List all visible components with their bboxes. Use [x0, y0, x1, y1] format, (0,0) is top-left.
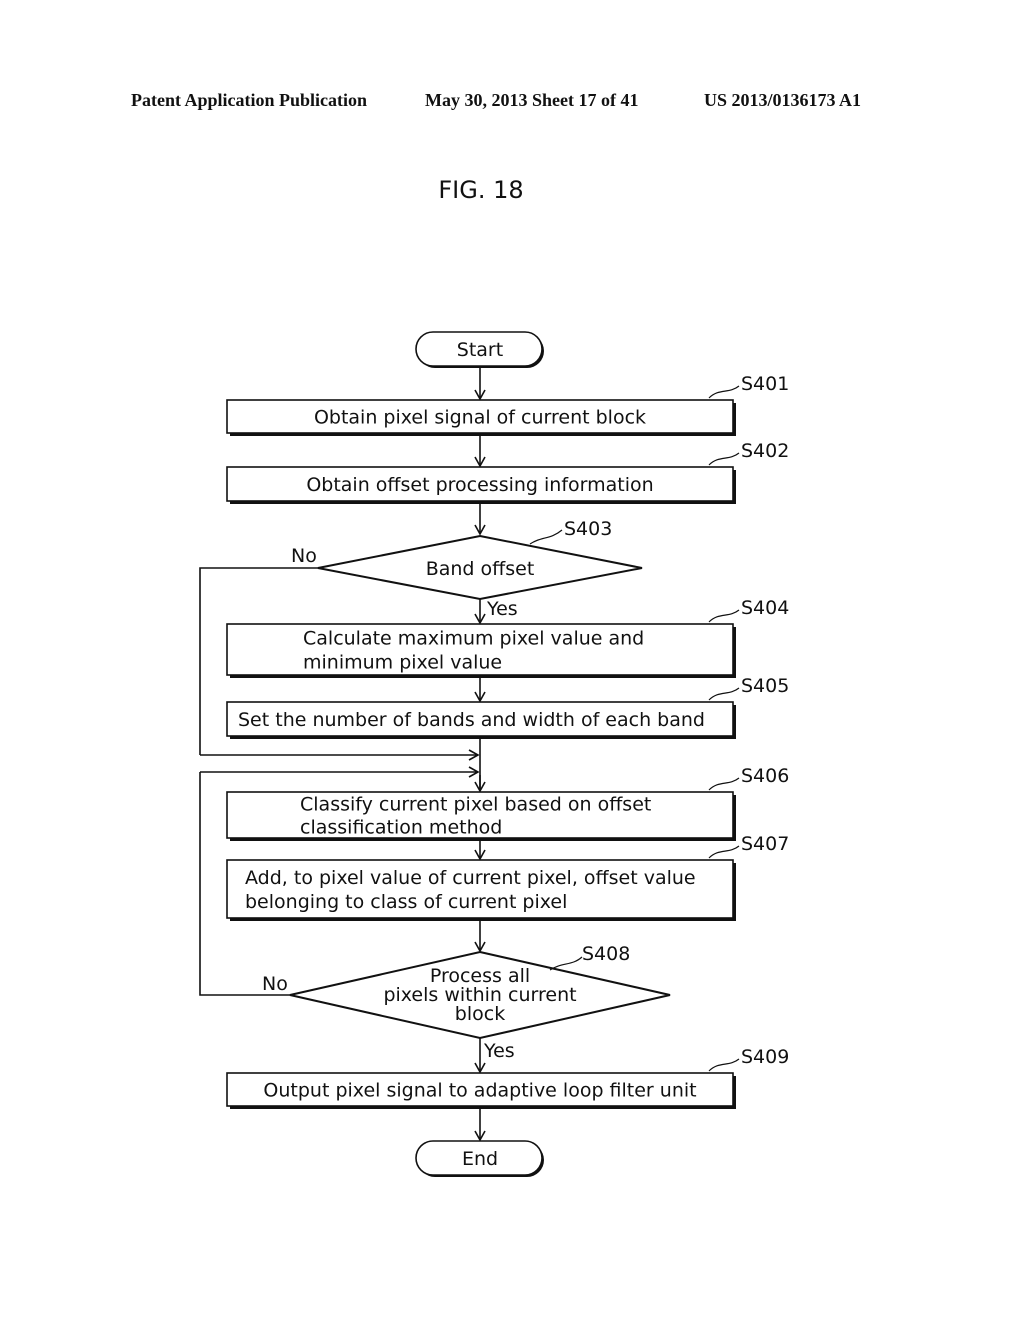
leader-line — [708, 777, 740, 791]
leader-line — [708, 452, 740, 466]
step-text: belonging to class of current pixel — [245, 891, 567, 913]
decision-text: block — [455, 1003, 505, 1025]
yes-label: Yes — [486, 598, 518, 620]
leader-line — [708, 385, 740, 399]
step-text: Output pixel signal to adaptive loop fil… — [263, 1080, 696, 1102]
end-terminal-label: End — [462, 1148, 498, 1170]
step-label: S404 — [741, 597, 789, 619]
step-text: minimum pixel value — [303, 652, 502, 674]
step-text: classification method — [300, 817, 502, 839]
flowchart: Start Obtain pixel signal of current bloc… — [199, 331, 789, 1177]
step-text: Add, to pixel value of current pixel, of… — [245, 867, 696, 889]
leader-line — [549, 956, 583, 971]
yes-label: Yes — [483, 1040, 515, 1062]
step-text: Obtain offset processing information — [306, 474, 653, 496]
leader-line — [708, 1058, 740, 1072]
step-label: S402 — [741, 440, 789, 462]
leader-line — [529, 529, 563, 545]
step-label: S408 — [582, 943, 630, 965]
step-text: Calculate maximum pixel value and — [303, 628, 644, 650]
step-text: Obtain pixel signal of current block — [314, 407, 646, 429]
no-label: No — [262, 973, 288, 995]
step-label: S407 — [741, 833, 789, 855]
no-label: No — [291, 545, 317, 567]
decision-text: Band offset — [426, 558, 535, 580]
step-label: S401 — [741, 373, 789, 395]
step-label: S403 — [564, 518, 612, 540]
leader-line — [708, 845, 740, 859]
step-label: S406 — [741, 765, 789, 787]
leader-line — [708, 609, 740, 623]
step-text: Classify current pixel based on offset — [300, 794, 651, 816]
step-label: S409 — [741, 1046, 789, 1068]
leader-line — [708, 687, 740, 701]
step-text: Set the number of bands and width of eac… — [238, 709, 705, 731]
start-terminal-label: Start — [457, 339, 503, 361]
step-label: S405 — [741, 675, 789, 697]
